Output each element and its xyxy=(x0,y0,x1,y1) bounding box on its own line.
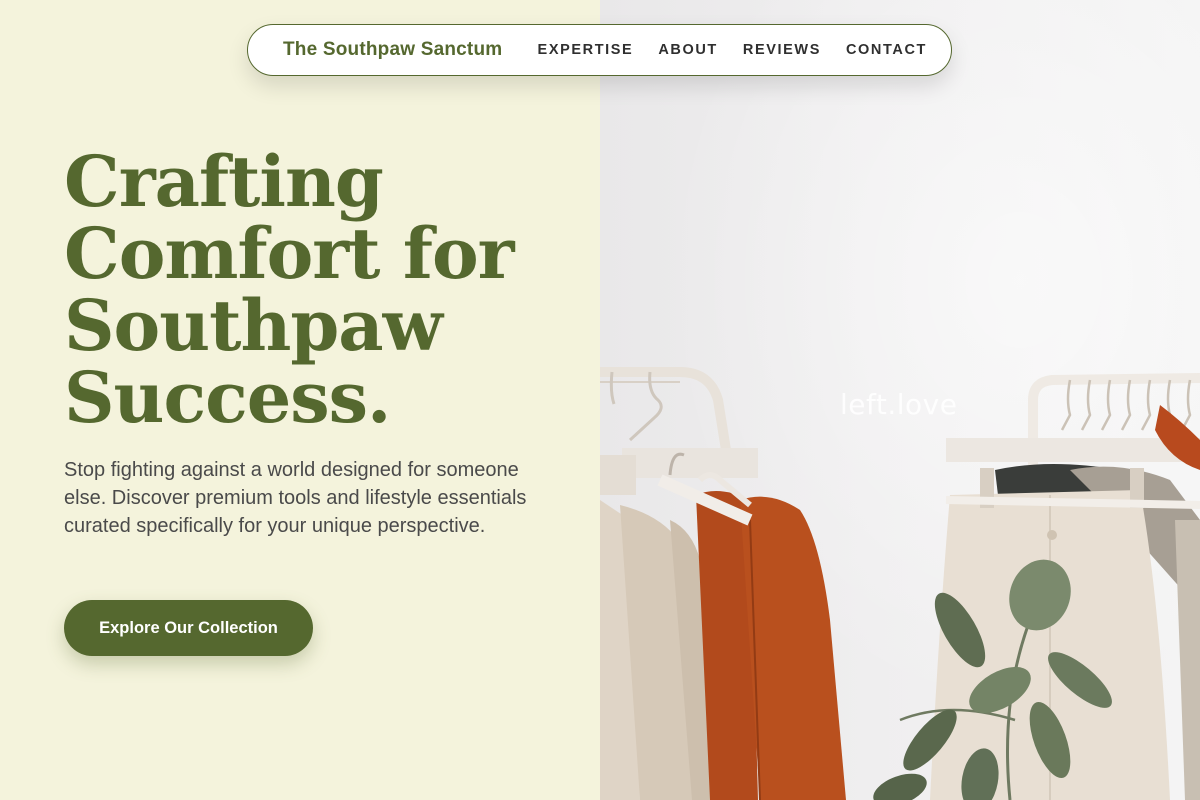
image-watermark: left.love xyxy=(840,388,958,421)
nav-link-about[interactable]: ABOUT xyxy=(658,42,718,58)
left-rack xyxy=(600,367,846,800)
nav-link-reviews[interactable]: REVIEWS xyxy=(743,42,821,58)
explore-collection-button[interactable]: Explore Our Collection xyxy=(64,600,313,656)
nav-links: EXPERTISE ABOUT REVIEWS CONTACT xyxy=(513,42,927,58)
hero-title: Crafting Comfort for Southpaw Success. xyxy=(64,140,515,439)
hero-image: left.love xyxy=(600,0,1200,800)
navigation-bar: The Southpaw Sanctum EXPERTISE ABOUT REV… xyxy=(247,24,952,76)
nav-link-expertise[interactable]: EXPERTISE xyxy=(538,42,634,58)
brand-logo[interactable]: The Southpaw Sanctum xyxy=(283,39,502,61)
nav-link-contact[interactable]: CONTACT xyxy=(846,42,927,58)
hero-subtitle: Stop fighting against a world designed f… xyxy=(64,459,527,537)
